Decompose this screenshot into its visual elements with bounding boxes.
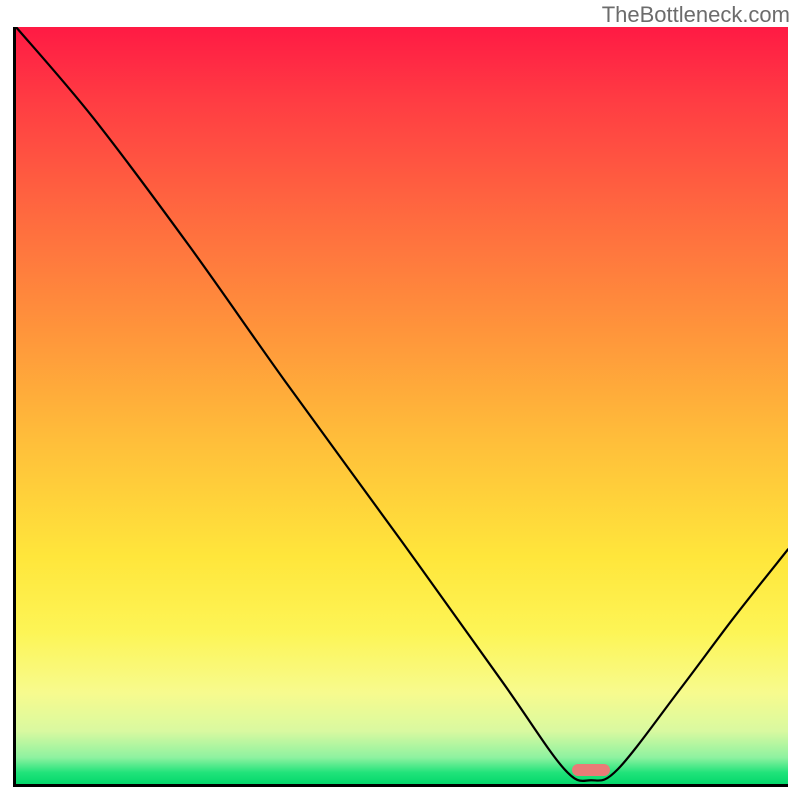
bottleneck-curve — [16, 27, 788, 781]
watermark-text: TheBottleneck.com — [602, 2, 790, 28]
plot-area — [13, 27, 788, 787]
chart-canvas: TheBottleneck.com — [0, 0, 800, 800]
curve-svg — [16, 27, 788, 784]
